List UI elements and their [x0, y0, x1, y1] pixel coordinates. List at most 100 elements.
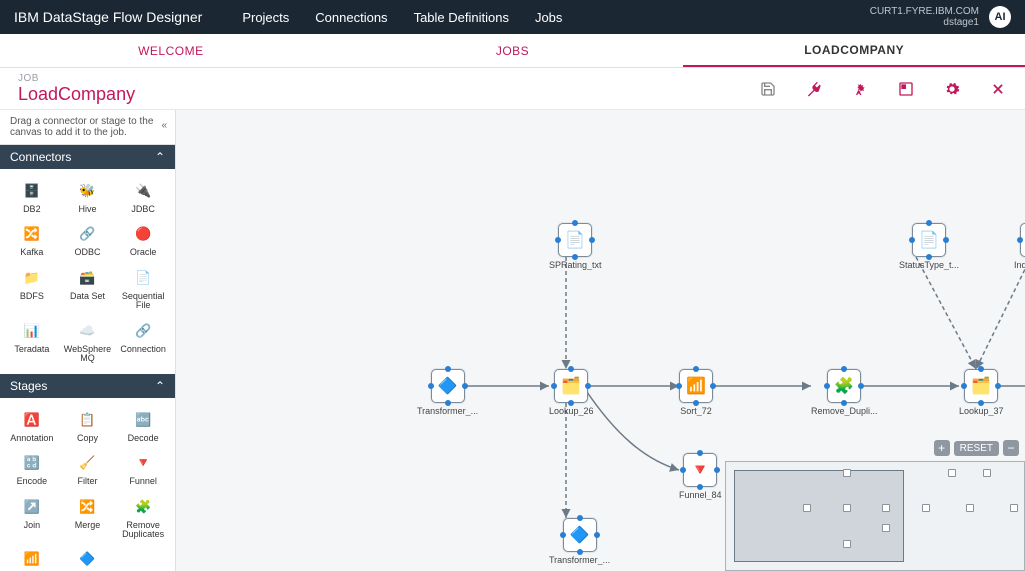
save-icon[interactable] — [759, 80, 777, 98]
canvas[interactable]: 📄 SPRating_txt 📄 StatusType_t... 📄 Indus… — [176, 110, 1025, 571]
section-connectors-header[interactable]: Connectors ⌃ — [0, 145, 175, 169]
node-icon: 📄 — [565, 230, 585, 250]
node-box[interactable]: 🔻 — [683, 453, 717, 487]
palette-item-icon: 🐝 — [75, 179, 99, 203]
palette-item[interactable]: 📄 Sequential File — [115, 262, 171, 315]
node-label: Transformer_... — [549, 555, 610, 565]
palette-item[interactable]: 🔷 Transformer — [60, 543, 116, 571]
node-label: Remove_Dupli... — [811, 406, 878, 416]
connectors-palette: 🗄️ DB2🐝 Hive🔌 JDBC🔀 Kafka🔗 ODBC🔴 Oracle📁… — [0, 169, 175, 374]
close-icon[interactable] — [989, 80, 1007, 98]
palette-item-label: Encode — [17, 477, 48, 486]
canvas-node[interactable]: 📄 StatusType_t... — [899, 223, 959, 270]
palette-item[interactable]: 📶 Sort — [4, 543, 60, 571]
node-icon: 📶 — [686, 376, 706, 396]
tab-welcome[interactable]: WELCOME — [0, 34, 342, 67]
palette-icon[interactable] — [897, 80, 915, 98]
sidebar: Drag a connector or stage to the canvas … — [0, 110, 176, 571]
node-box[interactable]: 📶 — [679, 369, 713, 403]
palette-item[interactable]: 🔡 Encode — [4, 447, 60, 490]
node-box[interactable]: 🗂️ — [554, 369, 588, 403]
node-icon: 🔷 — [570, 525, 590, 545]
wrench-icon[interactable] — [805, 80, 823, 98]
canvas-node[interactable]: 🗂️ Lookup_26 — [549, 369, 594, 416]
nav-projects[interactable]: Projects — [242, 10, 289, 25]
node-box[interactable]: 📄 — [1020, 223, 1025, 257]
palette-item-icon: 🔌 — [131, 179, 155, 203]
palette-item-icon: 🅰️ — [20, 408, 44, 432]
minimap-controls: + RESET − — [928, 437, 1025, 459]
palette-item[interactable]: 🔴 Oracle — [115, 218, 171, 261]
palette-item-icon: 📶 — [20, 547, 44, 571]
node-box[interactable]: 🧩 — [827, 369, 861, 403]
palette-item[interactable]: 🔌 JDBC — [115, 175, 171, 218]
nav-connections[interactable]: Connections — [315, 10, 387, 25]
section-stages-header[interactable]: Stages ⌃ — [0, 374, 175, 398]
palette-item[interactable]: 🔗 ODBC — [60, 218, 116, 261]
palette-item[interactable]: 🐝 Hive — [60, 175, 116, 218]
node-label: Transformer_... — [417, 406, 478, 416]
canvas-node[interactable]: 🗂️ Lookup_37 — [959, 369, 1004, 416]
canvas-node[interactable]: 🧩 Remove_Dupli... — [811, 369, 878, 416]
gear-icon[interactable] — [943, 80, 961, 98]
run-icon[interactable] — [851, 80, 869, 98]
canvas-node[interactable]: 🔷 Transformer_... — [549, 518, 610, 565]
node-box[interactable]: 📄 — [912, 223, 946, 257]
palette-item[interactable]: 📋 Copy — [60, 404, 116, 447]
palette-item-label: ODBC — [74, 248, 100, 257]
palette-item-label: Teradata — [14, 345, 49, 354]
minimap-viewport[interactable] — [734, 470, 904, 562]
node-label: StatusType_t... — [899, 260, 959, 270]
node-box[interactable]: 📄 — [558, 223, 592, 257]
node-box[interactable]: 🗂️ — [964, 369, 998, 403]
node-box[interactable]: 🔷 — [563, 518, 597, 552]
palette-item[interactable]: 🗃️ Data Set — [60, 262, 116, 315]
palette-item[interactable]: 🔀 Kafka — [4, 218, 60, 261]
palette-item[interactable]: ↗️ Join — [4, 491, 60, 544]
canvas-node[interactable]: 📄 Industry_txt — [1014, 223, 1025, 270]
avatar[interactable]: AI — [989, 6, 1011, 28]
palette-item-icon: 🔀 — [75, 495, 99, 519]
palette-item[interactable]: 🔤 Decode — [115, 404, 171, 447]
tab-jobs[interactable]: JOBS — [342, 34, 684, 67]
node-icon: 🔷 — [438, 376, 458, 396]
palette-item[interactable]: 🔻 Funnel — [115, 447, 171, 490]
canvas-node[interactable]: 📄 SPRating_txt — [549, 223, 602, 270]
palette-item[interactable]: 🧹 Filter — [60, 447, 116, 490]
zoom-in-button[interactable]: + — [934, 440, 950, 456]
palette-item-label: Join — [24, 521, 41, 530]
palette-item[interactable]: 🗄️ DB2 — [4, 175, 60, 218]
node-label: SPRating_txt — [549, 260, 602, 270]
palette-item-icon: 📄 — [131, 266, 155, 290]
palette-item-icon: 🔤 — [131, 408, 155, 432]
tab-loadcompany[interactable]: LOADCOMPANY — [683, 34, 1025, 67]
palette-item-label: DB2 — [23, 205, 41, 214]
collapse-icon[interactable]: « — [161, 120, 167, 131]
nav-jobs[interactable]: Jobs — [535, 10, 562, 25]
palette-item[interactable]: 📁 BDFS — [4, 262, 60, 315]
canvas-node[interactable]: 🔷 Transformer_... — [417, 369, 478, 416]
palette-item-icon: 🗄️ — [20, 179, 44, 203]
node-box[interactable]: 🔷 — [431, 369, 465, 403]
canvas-node[interactable]: 🔻 Funnel_84 — [679, 453, 722, 500]
tab-row: WELCOME JOBS LOADCOMPANY — [0, 34, 1025, 68]
zoom-out-button[interactable]: − — [1003, 440, 1019, 456]
reset-button[interactable]: RESET — [954, 441, 999, 456]
top-nav: Projects Connections Table Definitions J… — [242, 10, 562, 25]
minimap[interactable] — [725, 461, 1025, 571]
palette-item[interactable]: 📊 Teradata — [4, 315, 60, 368]
palette-item[interactable]: 🧩 Remove Duplicates — [115, 491, 171, 544]
palette-item[interactable]: 🔗 Connection — [115, 315, 171, 368]
palette-item[interactable]: ☁️ WebSphere MQ — [60, 315, 116, 368]
node-icon: 🔻 — [690, 460, 710, 480]
palette-item-label: BDFS — [20, 292, 44, 301]
palette-item-icon: ↗️ — [20, 495, 44, 519]
brand-title: IBM DataStage Flow Designer — [14, 9, 202, 25]
palette-item-label: Annotation — [10, 434, 53, 443]
canvas-node[interactable]: 📶 Sort_72 — [679, 369, 713, 416]
palette-item-icon: 🧩 — [131, 495, 155, 519]
nav-table-definitions[interactable]: Table Definitions — [414, 10, 509, 25]
palette-item[interactable]: 🔀 Merge — [60, 491, 116, 544]
node-label: Funnel_84 — [679, 490, 722, 500]
palette-item[interactable]: 🅰️ Annotation — [4, 404, 60, 447]
